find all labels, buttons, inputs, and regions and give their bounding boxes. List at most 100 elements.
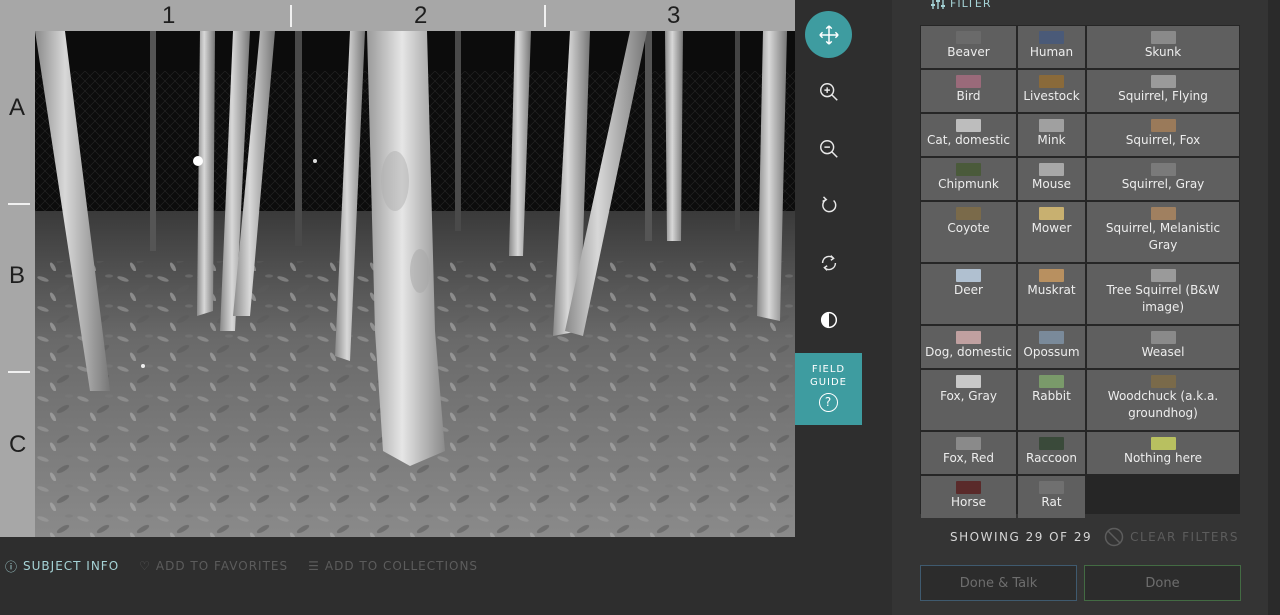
species-thumbnail bbox=[956, 119, 981, 132]
invert-tool[interactable] bbox=[805, 296, 852, 343]
species-option[interactable]: Mouse bbox=[1018, 158, 1085, 200]
species-option[interactable]: Chipmunk bbox=[921, 158, 1016, 200]
species-option[interactable]: Opossum bbox=[1018, 326, 1085, 368]
showing-count: SHOWING 29 OF 29 bbox=[950, 530, 1093, 544]
heart-icon: ♡ bbox=[139, 559, 151, 573]
species-label: Rat bbox=[1041, 495, 1062, 509]
species-thumbnail bbox=[1039, 163, 1064, 176]
species-option[interactable]: Beaver bbox=[921, 26, 1016, 68]
grid-divider bbox=[8, 203, 30, 205]
species-thumbnail bbox=[956, 375, 981, 388]
species-thumbnail bbox=[1150, 207, 1176, 220]
species-option[interactable]: Muskrat bbox=[1018, 264, 1085, 324]
species-thumbnail bbox=[1039, 269, 1064, 282]
species-option[interactable]: Mink bbox=[1018, 114, 1085, 156]
species-option[interactable]: Dog, domestic bbox=[921, 326, 1016, 368]
subject-links: ⓘ SUBJECT INFO ♡ ADD TO FAVORITES ☰ ADD … bbox=[5, 558, 498, 574]
species-option[interactable]: Weasel bbox=[1087, 326, 1239, 368]
species-label: Skunk bbox=[1144, 45, 1182, 59]
grid-row-label: B bbox=[9, 262, 26, 289]
species-label: Opossum bbox=[1023, 345, 1080, 359]
species-option[interactable]: Human bbox=[1018, 26, 1085, 68]
species-option[interactable]: Skunk bbox=[1087, 26, 1239, 68]
species-thumbnail bbox=[956, 481, 981, 494]
zoom-in-icon bbox=[819, 82, 838, 101]
species-option[interactable]: Tree Squirrel (B&W image) bbox=[1087, 264, 1239, 324]
species-label: Mower bbox=[1031, 221, 1072, 235]
add-to-collections-link[interactable]: ☰ ADD TO COLLECTIONS bbox=[308, 558, 478, 574]
species-option[interactable]: Fox, Red bbox=[921, 432, 1016, 474]
species-option[interactable]: Rat bbox=[1018, 476, 1085, 518]
species-label: Human bbox=[1029, 45, 1074, 59]
grid-column-label: 2 bbox=[414, 2, 428, 29]
species-option[interactable]: Squirrel, Melanistic Gray bbox=[1087, 202, 1239, 262]
grid-row-label: C bbox=[9, 431, 27, 458]
species-label: Livestock bbox=[1023, 89, 1080, 103]
grid-divider bbox=[8, 371, 30, 373]
species-thumbnail bbox=[1150, 75, 1176, 88]
reset-tool[interactable] bbox=[805, 239, 852, 286]
species-label: Squirrel, Gray bbox=[1121, 177, 1205, 191]
species-option[interactable]: Rabbit bbox=[1018, 370, 1085, 430]
subject-info-link[interactable]: ⓘ SUBJECT INFO bbox=[5, 558, 119, 574]
zoom-out-icon bbox=[819, 139, 838, 158]
image-toolbar: FIELD GUIDE ? bbox=[795, 0, 862, 430]
species-option[interactable]: Fox, Gray bbox=[921, 370, 1016, 430]
species-label: Coyote bbox=[947, 221, 990, 235]
species-option[interactable]: Nothing here bbox=[1087, 432, 1239, 474]
species-thumbnail bbox=[1150, 375, 1176, 388]
grid-row-label: A bbox=[9, 94, 26, 121]
species-label: Deer bbox=[954, 283, 983, 297]
species-option[interactable]: Deer bbox=[921, 264, 1016, 324]
reset-icon bbox=[821, 254, 836, 271]
species-option[interactable]: Mower bbox=[1018, 202, 1085, 262]
filter-button[interactable]: FILTER bbox=[930, 0, 992, 10]
zoom-out-tool[interactable] bbox=[805, 125, 852, 172]
species-option[interactable]: Coyote bbox=[921, 202, 1016, 262]
species-option[interactable]: Raccoon bbox=[1018, 432, 1085, 474]
species-label: Cat, domestic bbox=[927, 133, 1010, 147]
field-guide-button[interactable]: FIELD GUIDE ? bbox=[795, 353, 862, 425]
species-option[interactable]: Woodchuck (a.k.a. groundhog) bbox=[1087, 370, 1239, 430]
species-option[interactable]: Horse bbox=[921, 476, 1016, 518]
species-label: Bird bbox=[956, 89, 981, 103]
species-option[interactable]: Squirrel, Fox bbox=[1087, 114, 1239, 156]
camera-trap-image[interactable] bbox=[35, 31, 795, 537]
filter-sliders-icon bbox=[931, 0, 945, 9]
species-option[interactable]: Livestock bbox=[1018, 70, 1085, 112]
done-button[interactable]: Done bbox=[1084, 565, 1241, 601]
field-guide-label: FIELD bbox=[811, 364, 846, 375]
species-label: Squirrel, Flying bbox=[1118, 89, 1208, 103]
species-option[interactable]: Cat, domestic bbox=[921, 114, 1016, 156]
species-label: Mink bbox=[1037, 133, 1066, 147]
move-tool[interactable] bbox=[805, 11, 852, 58]
species-thumbnail bbox=[1150, 119, 1176, 132]
species-label: Muskrat bbox=[1027, 283, 1076, 297]
clear-filters-button[interactable]: CLEAR FILTERS bbox=[1104, 527, 1239, 547]
filter-label: FILTER bbox=[950, 0, 992, 10]
species-option[interactable]: Squirrel, Gray bbox=[1087, 158, 1239, 200]
field-guide-label: GUIDE bbox=[809, 377, 848, 388]
species-option[interactable]: Squirrel, Flying bbox=[1087, 70, 1239, 112]
add-to-favorites-link[interactable]: ♡ ADD TO FAVORITES bbox=[139, 558, 288, 574]
species-thumbnail bbox=[1150, 269, 1176, 282]
species-thumbnail bbox=[956, 163, 981, 176]
subject-viewer-area: 1 2 3 A B C FIELD GUIDE ? ⓘ SUBJECT INFO… bbox=[0, 0, 892, 615]
page-edge bbox=[1268, 0, 1280, 615]
list-icon: ☰ bbox=[308, 559, 320, 573]
zoom-in-tool[interactable] bbox=[805, 68, 852, 115]
species-grid: Beaver Human Skunk Bird Livestock Squirrel, F… bbox=[920, 25, 1240, 518]
species-label: Tree Squirrel (B&W image) bbox=[1106, 283, 1220, 314]
rotate-tool[interactable] bbox=[805, 182, 852, 229]
species-thumbnail bbox=[1150, 331, 1176, 344]
grid-column-label: 3 bbox=[667, 2, 681, 29]
species-thumbnail bbox=[956, 331, 981, 344]
species-option[interactable]: Bird bbox=[921, 70, 1016, 112]
species-label: Chipmunk bbox=[938, 177, 999, 191]
species-thumbnail bbox=[1039, 375, 1064, 388]
showing-status: SHOWING 29 OF 29 CLEAR FILTERS bbox=[950, 527, 1239, 547]
species-thumbnail bbox=[1039, 119, 1064, 132]
done-and-talk-button[interactable]: Done & Talk bbox=[920, 565, 1077, 601]
rotate-icon bbox=[821, 195, 836, 212]
species-label: Fox, Red bbox=[943, 451, 994, 465]
